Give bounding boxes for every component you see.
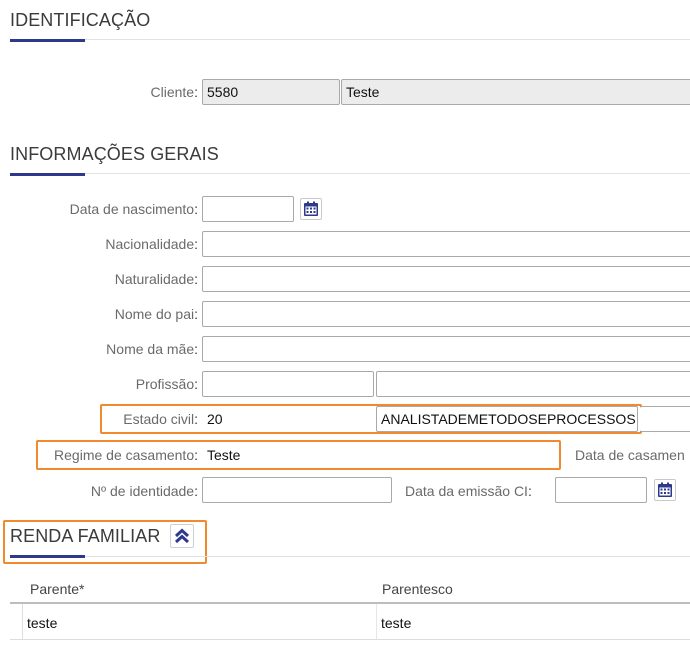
nome-mae-field[interactable] [202,336,690,362]
nome-mae-label: Nome da mãe: [106,341,198,357]
section-title-renda-familiar: RENDA FAMILIAR [10,526,161,546]
cell-parente: teste [27,615,58,631]
chevron-double-up-icon [174,528,190,544]
section-title-identificacao: IDENTIFICAÇÃO [10,10,151,30]
profissao-label: Profissão: [135,376,198,392]
section-divider [10,39,690,40]
section-divider [10,173,690,174]
column-header-parentesco[interactable]: Parentesco [382,581,453,597]
calendar-icon [658,482,672,497]
row-selector-divider [22,604,23,639]
section-accent-bar [10,173,85,176]
calendar-icon [304,201,318,216]
data-nascimento-field[interactable] [202,196,294,222]
cliente-label: Cliente: [150,84,198,100]
nome-pai-field[interactable] [202,301,690,327]
section-divider [10,556,690,557]
data-emissao-field[interactable] [555,477,647,503]
regime-casamento-label: Regime de casamento: [54,447,198,463]
profissao-descricao-field[interactable] [376,371,690,397]
nacionalidade-field[interactable] [202,231,690,257]
column-header-parente[interactable]: Parente* [30,581,84,597]
estado-civil-codigo-field[interactable]: 20 [202,406,374,432]
cell-parentesco: teste [381,615,412,631]
data-nascimento-calendar-button[interactable] [300,198,322,220]
data-emissao-label: Data da emissão CI: [405,483,532,499]
cliente-nome-field[interactable]: Teste [341,79,690,105]
profissao-codigo-field[interactable] [202,371,374,397]
regime-casamento-field[interactable]: Teste [202,442,558,468]
estado-civil-descricao-field[interactable]: ANALISTADEMETODOSEPROCESSOS [376,406,638,432]
cliente-codigo-field[interactable]: 5580 [202,79,340,105]
section-accent-bar [10,555,85,558]
section-accent-bar [10,39,85,42]
naturalidade-field[interactable] [202,266,690,292]
data-casamento-label: Data de casamen [575,447,685,463]
identidade-label: Nº de identidade: [90,483,198,499]
naturalidade-label: Naturalidade: [114,271,198,287]
estado-civil-field-extension [640,406,690,432]
nacionalidade-label: Nacionalidade: [105,236,198,252]
collapse-section-button[interactable] [170,524,194,548]
identidade-field[interactable] [202,477,392,503]
nome-pai-label: Nome do pai: [114,306,198,322]
section-title-informacoes-gerais: INFORMAÇÕES GERAIS [10,144,219,164]
data-nascimento-label: Data de nascimento: [69,201,198,217]
table-row[interactable]: teste teste [10,602,690,640]
estado-civil-label: Estado civil: [123,411,198,427]
column-divider [376,604,377,639]
data-emissao-calendar-button[interactable] [654,479,676,501]
